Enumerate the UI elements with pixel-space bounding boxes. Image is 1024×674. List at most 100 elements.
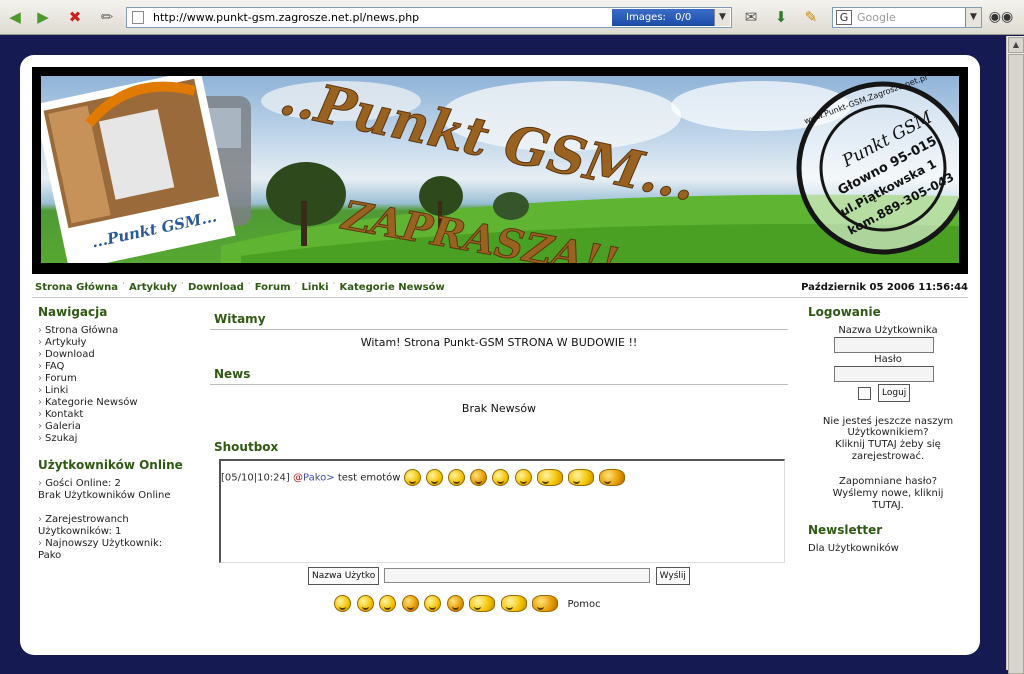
scroll-thumb[interactable]: [1008, 54, 1024, 674]
glasses-icon[interactable]: ◉◉: [989, 6, 1013, 28]
chevron-down-icon[interactable]: ▼: [965, 8, 981, 27]
sidebar-item-label: Linki: [45, 385, 69, 396]
sidebar-item-label: Kontakt: [45, 409, 84, 420]
bullet-icon: ›: [38, 373, 42, 384]
name-field[interactable]: Nazwa Użytko: [308, 567, 380, 585]
guests-online-text: Gości Online: 2: [45, 478, 121, 489]
registered-users-line1: Zarejestrowanch: [45, 514, 129, 525]
sidebar-item-faq[interactable]: › FAQ: [38, 361, 206, 373]
username-input[interactable]: [834, 337, 934, 353]
shout-timestamp: [05/10|10:24]: [221, 472, 290, 484]
smile-emoticon-icon[interactable]: [356, 595, 374, 612]
welcome-heading: Witamy: [210, 310, 788, 330]
shout-text: test emotów: [337, 472, 401, 484]
dance-emoticon-icon[interactable]: [532, 595, 558, 612]
bullet-icon: ›: [38, 325, 42, 336]
scroll-up-icon[interactable]: ▲: [1008, 37, 1024, 53]
edit-pencil-icon[interactable]: ✏: [96, 6, 118, 28]
sidebar-item-contact[interactable]: › Kontakt: [38, 409, 206, 421]
sidebar-item-gallery[interactable]: › Galeria: [38, 421, 206, 433]
nav-link-articles[interactable]: Artykuły: [129, 282, 177, 293]
nav-link-download[interactable]: Download: [188, 282, 244, 293]
banner-artwork: ...Punkt GSM... ..Punkt GSM... ZAPRASZA!…: [41, 76, 959, 263]
shout-at: @: [293, 472, 303, 484]
mail-icon[interactable]: ✉: [740, 6, 762, 28]
sidebar-item-download[interactable]: › Download: [38, 349, 206, 361]
no-news-text: Brak Newsów: [461, 402, 537, 415]
registered-users-line2: Użytkowników: 1: [38, 526, 122, 537]
register-link-2[interactable]: zarejestrować.: [808, 451, 968, 462]
cool-emoticon-icon: [492, 469, 510, 486]
password-label: Hasło: [874, 354, 902, 365]
sidebar-item-label: Szukaj: [45, 433, 78, 444]
sidebar-item-news-categories[interactable]: › Kategorie Newsów: [38, 397, 206, 409]
forgot-password-link-1[interactable]: Wyślemy nowe, kliknij: [808, 488, 968, 499]
sidebar-item-forum[interactable]: › Forum: [38, 373, 206, 385]
clap-emoticon-icon[interactable]: [500, 595, 527, 612]
nav-separator: ˙: [331, 282, 337, 293]
shout-message: [05/10|10:24] @Pako> test emotów: [221, 469, 627, 486]
forward-icon[interactable]: ▶: [32, 6, 54, 28]
shoutbox-messages[interactable]: [05/10|10:24] @Pako> test emotów: [219, 459, 785, 563]
browser-toolbar: ◀ ▶ ✖ ✏ http://www.punkt-gsm.zagrosze.ne…: [0, 0, 1024, 35]
shout-user[interactable]: Pako: [303, 473, 326, 484]
grin-emoticon-icon: [448, 469, 466, 486]
guests-online: › Gości Online: 2: [38, 478, 206, 490]
sidebar-item-search[interactable]: › Szukaj: [38, 433, 206, 445]
images-value: 0/0: [675, 12, 692, 23]
nav-link-links[interactable]: Linki: [302, 282, 329, 293]
bullet-icon: ›: [38, 409, 42, 420]
forgot-password-link-2[interactable]: TUTAJ.: [808, 500, 968, 511]
bullet-icon: ›: [38, 421, 42, 432]
banner-image: ...Punkt GSM... ..Punkt GSM... ZAPRASZA!…: [41, 76, 959, 263]
bullet-icon: ›: [38, 337, 42, 348]
message-input[interactable]: [384, 568, 651, 583]
bullet-icon: ›: [38, 385, 42, 396]
tongue-emoticon-icon[interactable]: [446, 595, 464, 612]
images-counter-select[interactable]: Images: 0/0 ▼: [612, 9, 730, 26]
help-link[interactable]: Pomoc: [568, 599, 601, 610]
chevron-down-icon[interactable]: ▼: [714, 9, 730, 26]
google-icon: G: [836, 10, 852, 25]
back-icon[interactable]: ◀: [4, 6, 26, 28]
shout-arrow: >: [326, 472, 335, 484]
nav-separator: ˙: [246, 282, 252, 293]
sidebar-item-articles[interactable]: › Artykuły: [38, 337, 206, 349]
top-navigation: Strona Główna ˙ Artykuły ˙ Download ˙ Forum ˙ Li…: [32, 278, 968, 298]
register-link-1[interactable]: Kliknij TUTAJ żeby się: [808, 439, 968, 450]
vertical-scrollbar[interactable]: ▲: [1006, 36, 1024, 674]
username-label: Nazwa Użytkownika: [838, 325, 938, 336]
angry-emoticon-icon[interactable]: [401, 595, 419, 612]
sidebar-item-home[interactable]: › Strona Główna: [38, 325, 206, 337]
bullet-icon: ›: [38, 361, 42, 372]
download-icon[interactable]: ⬇: [770, 6, 792, 28]
search-input[interactable]: G Google ▼: [832, 7, 982, 28]
newest-user-name[interactable]: Pako: [38, 550, 206, 562]
sidebar-item-label: Forum: [45, 373, 77, 384]
send-button[interactable]: Wyślij: [655, 567, 690, 585]
sidebar-item-links[interactable]: › Linki: [38, 385, 206, 397]
password-input[interactable]: [834, 366, 934, 382]
laugh-emoticon-icon[interactable]: [469, 595, 495, 612]
stop-icon[interactable]: ✖: [64, 6, 86, 28]
sidebar-item-label: Galeria: [45, 421, 81, 432]
news-heading: News: [210, 365, 788, 385]
smile-emoticon-icon: [425, 469, 443, 486]
nav-link-home[interactable]: Strona Główna: [35, 282, 118, 293]
grin-emoticon-icon[interactable]: [379, 595, 396, 612]
forgot-password-text: Zapomniane hasło?: [838, 476, 938, 487]
sidebar-item-label: Kategorie Newsów: [45, 397, 138, 408]
compose-icon[interactable]: ✎: [800, 6, 822, 28]
page-card: ...Punkt GSM... ..Punkt GSM... ZAPRASZA!…: [20, 55, 980, 655]
nav-link-forum[interactable]: Forum: [255, 282, 291, 293]
dance-emoticon-icon: [599, 469, 626, 486]
registered-users: › Zarejestrowanch: [38, 514, 206, 526]
bullet-icon: ›: [38, 349, 42, 360]
smile-emoticon-icon: [403, 469, 421, 486]
bullet-icon: ›: [38, 433, 42, 444]
nav-link-news-categories[interactable]: Kategorie Newsów: [340, 282, 445, 293]
smile-emoticon-icon[interactable]: [334, 595, 351, 612]
cool-emoticon-icon[interactable]: [424, 595, 441, 612]
login-button[interactable]: Loguj: [878, 384, 911, 402]
remember-me-checkbox[interactable]: [858, 387, 871, 400]
